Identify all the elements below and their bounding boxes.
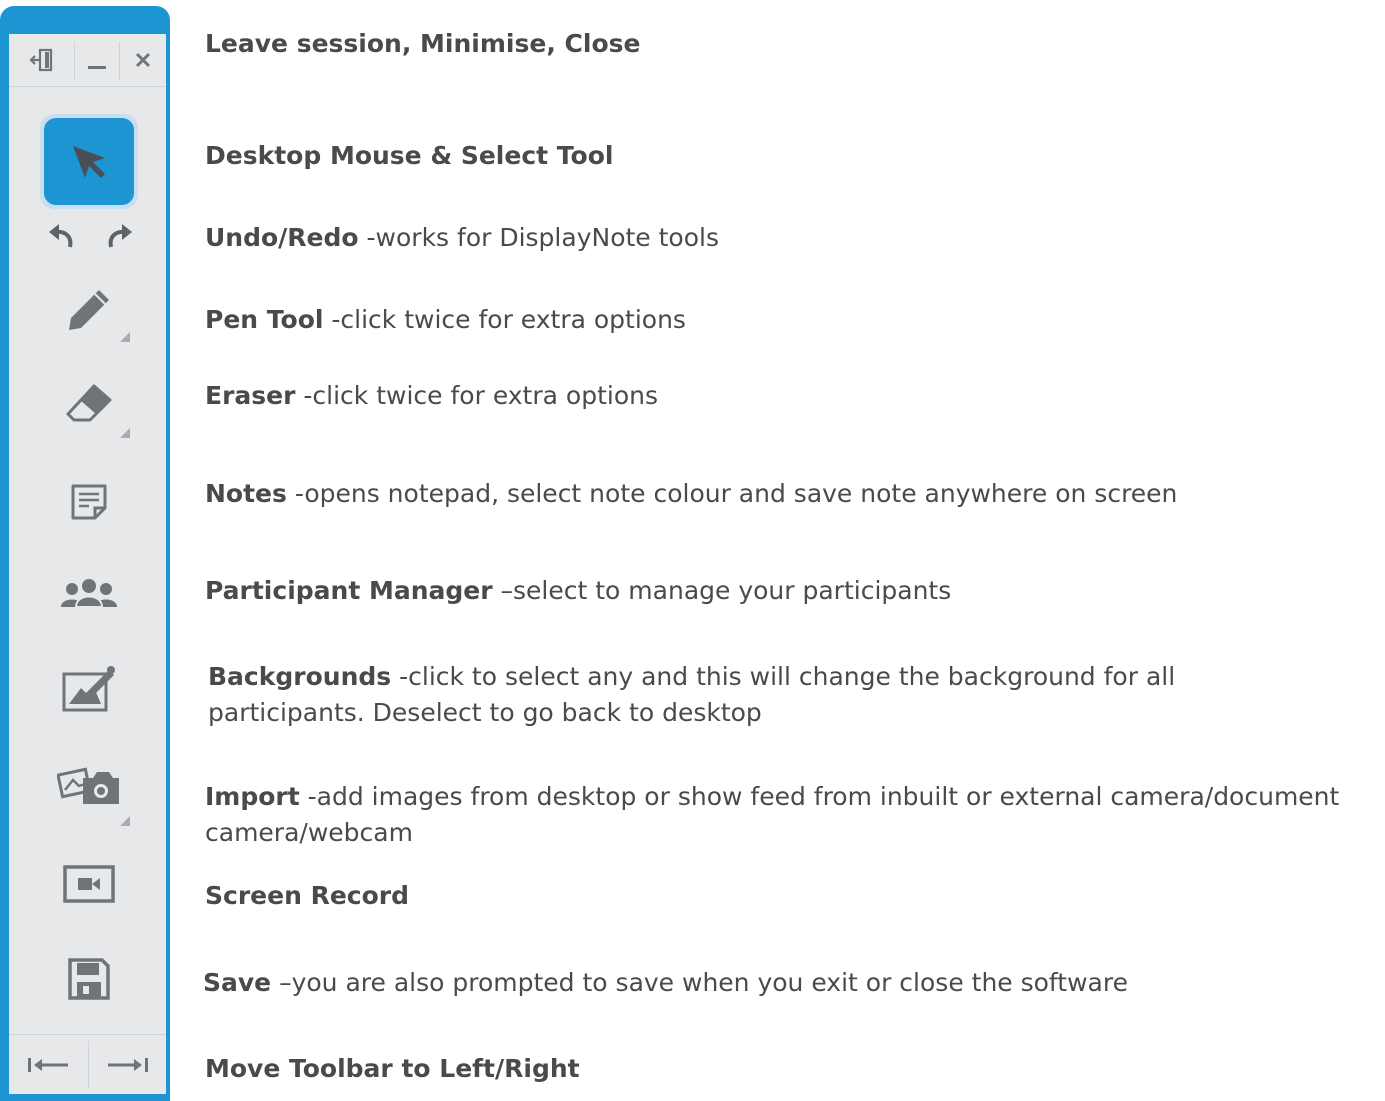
eraser-button[interactable] xyxy=(49,374,129,434)
label-save-title: Save xyxy=(203,968,272,997)
screen-record-button[interactable] xyxy=(54,859,124,909)
import-options-indicator xyxy=(120,816,130,826)
save-button[interactable] xyxy=(59,949,119,1009)
close-icon xyxy=(135,52,151,68)
label-save: Save –you are also prompted to save when… xyxy=(203,965,1128,1001)
label-pen-tool: Pen Tool -click twice for extra options xyxy=(205,302,686,338)
move-toolbar-left-button[interactable] xyxy=(9,1035,87,1095)
label-backgrounds-title: Backgrounds xyxy=(208,662,392,691)
leave-session-icon xyxy=(28,48,52,72)
select-tool-focus xyxy=(40,114,138,209)
redo-icon xyxy=(108,224,132,248)
minimise-icon xyxy=(88,66,106,69)
select-tool-button[interactable] xyxy=(44,118,134,205)
label-move-toolbar-title: Move Toolbar to Left/Right xyxy=(205,1054,580,1083)
label-pen-tool-desc: -click twice for extra options xyxy=(323,305,686,334)
notes-button[interactable] xyxy=(59,474,119,529)
label-eraser-desc: -click twice for extra options xyxy=(295,381,658,410)
eraser-icon xyxy=(66,384,112,422)
label-pen-tool-title: Pen Tool xyxy=(205,305,324,334)
displaynote-toolbar xyxy=(0,6,170,1101)
move-left-icon xyxy=(28,1058,68,1072)
participants-icon xyxy=(61,579,117,608)
label-import-title: Import xyxy=(205,782,300,811)
move-right-icon xyxy=(107,1058,148,1072)
undo-icon xyxy=(49,224,73,248)
label-notes-title: Notes xyxy=(205,479,287,508)
toolbar-move-controls xyxy=(9,1034,166,1095)
import-button[interactable] xyxy=(49,756,129,816)
label-screen-record: Screen Record xyxy=(205,878,409,914)
label-window-controls: Leave session, Minimise, Close xyxy=(205,26,640,62)
notes-icon xyxy=(71,484,107,519)
toolbar-window-controls xyxy=(9,34,166,87)
label-notes-desc: -opens notepad, select note colour and s… xyxy=(286,479,1178,508)
label-undo-redo-desc: -works for DisplayNote tools xyxy=(358,223,719,252)
label-notes: Notes -opens notepad, select note colour… xyxy=(205,476,1177,512)
backgrounds-icon xyxy=(62,666,115,712)
minimise-button[interactable] xyxy=(75,34,119,86)
leave-session-button[interactable] xyxy=(9,34,74,86)
label-window-controls-title: Leave session, Minimise, Close xyxy=(205,29,641,58)
label-eraser-title: Eraser xyxy=(205,381,296,410)
backgrounds-button[interactable] xyxy=(54,659,124,719)
label-import: Import -add images from desktop or show … xyxy=(205,779,1375,851)
label-import-desc: -add images from desktop or show feed fr… xyxy=(205,782,1340,847)
select-arrow-icon xyxy=(73,145,105,178)
pen-icon xyxy=(69,290,109,330)
label-eraser: Eraser -click twice for extra options xyxy=(205,378,658,414)
label-save-desc: –you are also prompted to save when you … xyxy=(271,968,1128,997)
close-button[interactable] xyxy=(120,34,166,86)
undo-button[interactable] xyxy=(39,216,87,256)
label-backgrounds: Backgrounds -click to select any and thi… xyxy=(208,659,1208,731)
toolbar-panel xyxy=(9,34,166,1094)
label-move-toolbar: Move Toolbar to Left/Right xyxy=(205,1051,580,1087)
label-select-tool-title: Desktop Mouse & Select Tool xyxy=(205,141,614,170)
label-participant-manager-title: Participant Manager xyxy=(205,576,493,605)
label-undo-redo: Undo/Redo -works for DisplayNote tools xyxy=(205,220,719,256)
label-undo-redo-title: Undo/Redo xyxy=(205,223,359,252)
redo-button[interactable] xyxy=(94,216,142,256)
participant-manager-button[interactable] xyxy=(49,569,129,619)
label-select-tool: Desktop Mouse & Select Tool xyxy=(205,138,613,174)
label-screen-record-title: Screen Record xyxy=(205,881,409,910)
eraser-options-indicator xyxy=(120,428,130,438)
import-camera-icon xyxy=(57,767,119,804)
label-participant-manager-desc: –select to manage your participants xyxy=(492,576,952,605)
save-icon xyxy=(68,958,110,1000)
pen-options-indicator xyxy=(120,332,130,342)
pen-tool-button[interactable] xyxy=(49,280,129,340)
label-participant-manager: Participant Manager –select to manage yo… xyxy=(205,573,951,609)
move-toolbar-right-button[interactable] xyxy=(89,1035,166,1095)
screen-record-icon xyxy=(63,865,115,903)
